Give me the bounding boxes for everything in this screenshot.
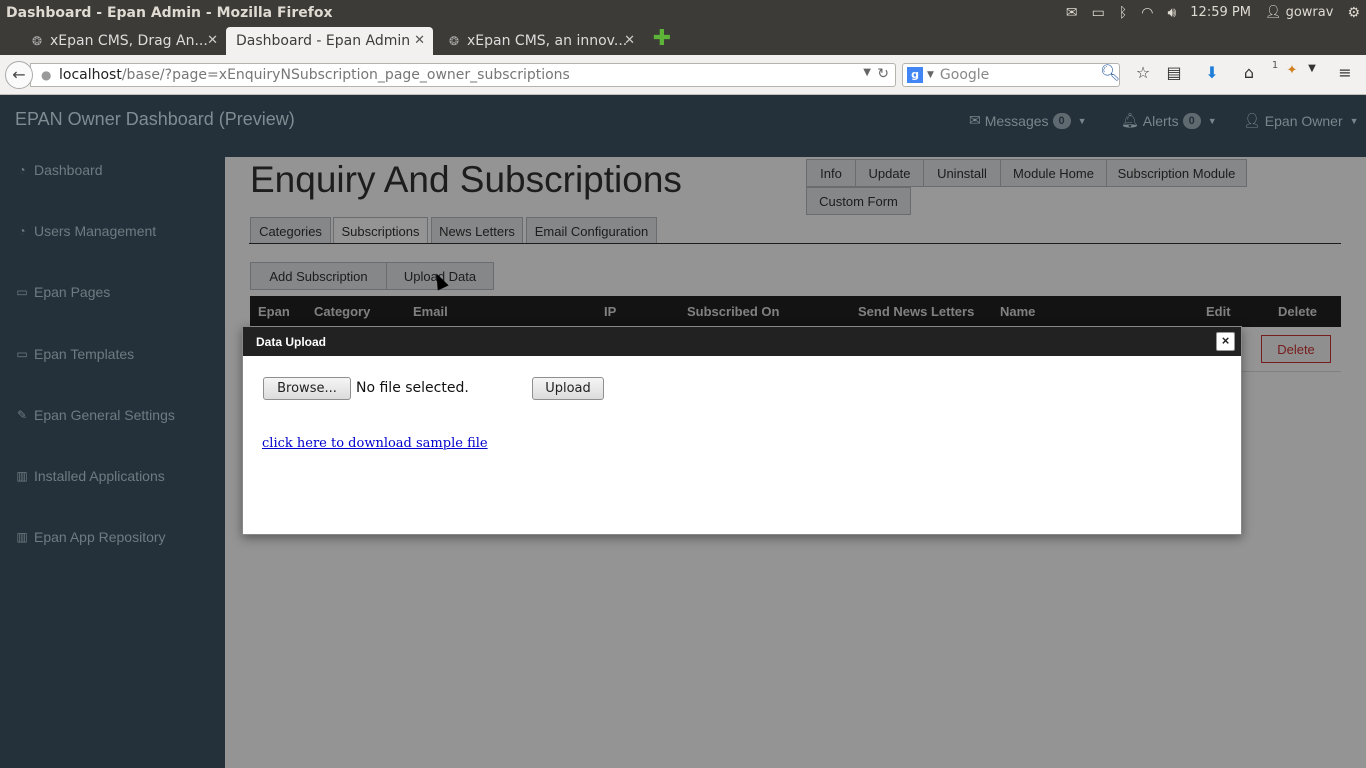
wrench-icon: ✎ xyxy=(16,408,28,422)
dialog-title-bar[interactable]: Data Upload × xyxy=(243,327,1241,356)
bar-chart-icon: ▥ xyxy=(16,469,28,483)
dialog-title: Data Upload xyxy=(256,335,327,349)
download-sample-link[interactable]: click here to download sample file xyxy=(262,436,488,451)
messages-menu[interactable]: ✉ Messages 0 ▼ xyxy=(969,112,1087,129)
addon-dropdown-icon[interactable]: ▼ xyxy=(1301,63,1323,74)
file-status-text: No file selected. xyxy=(356,380,469,396)
messages-label: Messages xyxy=(984,112,1049,129)
downloads-icon[interactable]: ⬇ xyxy=(1201,63,1223,82)
sidebar-item-users-management[interactable]: ◔ Users Management xyxy=(15,223,156,239)
url-host: localhost xyxy=(59,67,122,83)
user-icon: 👤︎ xyxy=(1243,112,1261,128)
settings-gear-icon[interactable]: ⚙ xyxy=(1347,5,1360,21)
user-menu-label: Epan Owner xyxy=(1264,112,1343,129)
sidebar-item-label: Epan App Repository xyxy=(34,529,166,545)
url-bar[interactable]: ● localhost/base/?page=xEnquiryNSubscrip… xyxy=(30,63,896,87)
user-menu-dropdown[interactable]: 👤︎ Epan Owner ▼ xyxy=(1243,112,1359,129)
bar-chart-icon: ▥ xyxy=(16,530,28,544)
search-placeholder: Google xyxy=(939,67,990,83)
dashboard-icon: ◔ xyxy=(18,163,26,177)
bell-icon: 🔔︎ xyxy=(1121,112,1139,128)
url-path: /base/?page=xEnquiryNSubscription_page_o… xyxy=(121,67,570,83)
gear-favicon-icon: ❂ xyxy=(31,34,43,48)
browser-tab-3[interactable]: ❂ xEpan CMS, an innov... ✕ xyxy=(437,27,643,55)
user-menu[interactable]: 👤︎ gowrav xyxy=(1265,5,1334,20)
history-dropdown-icon[interactable]: ▼ xyxy=(863,67,871,78)
globe-icon: ● xyxy=(41,68,52,82)
battery-icon[interactable]: ▭ xyxy=(1092,5,1105,21)
reading-list-icon[interactable]: ▤ xyxy=(1163,63,1185,82)
sidebar-item-label: Dashboard xyxy=(34,162,103,178)
close-icon[interactable]: × xyxy=(1216,332,1235,351)
close-tab-icon[interactable]: ✕ xyxy=(624,33,635,48)
home-icon[interactable]: ⌂ xyxy=(1238,63,1260,82)
sidebar-item-label: Installed Applications xyxy=(34,468,165,484)
sidebar-item-label: Users Management xyxy=(34,223,157,239)
window-title: Dashboard - Epan Admin - Mozilla Firefox xyxy=(6,4,333,21)
clock[interactable]: 12:59 PM xyxy=(1190,5,1251,20)
browser-tab-2[interactable]: Dashboard - Epan Admin ✕ xyxy=(226,27,433,55)
bookmark-star-icon[interactable]: ☆ xyxy=(1132,63,1154,82)
os-indicators: ✉ ▭ ᛒ ◠ 🔊︎ 12:59 PM 👤︎ gowrav ⚙ xyxy=(1066,0,1360,25)
new-tab-plus-icon[interactable]: ✚ xyxy=(652,28,672,50)
envelope-icon: ✉ xyxy=(969,112,981,128)
caret-down-icon: ▼ xyxy=(1207,115,1217,126)
sidebar-item-label: Epan Templates xyxy=(34,346,135,362)
data-upload-dialog: Data Upload × Browse... No file selected… xyxy=(242,326,1242,535)
user-name: gowrav xyxy=(1285,5,1334,20)
caret-down-icon: ▼ xyxy=(1077,115,1087,126)
os-top-panel: Dashboard - Epan Admin - Mozilla Firefox… xyxy=(0,0,1366,25)
alerts-label: Alerts xyxy=(1142,112,1179,129)
upload-button[interactable]: Upload xyxy=(532,377,604,400)
caret-down-icon: ▼ xyxy=(1349,115,1359,126)
browser-tab-1[interactable]: ❂ xEpan CMS, Drag An... ✕ xyxy=(20,27,226,55)
app-header: EPAN Owner Dashboard (Preview) ✉ Message… xyxy=(0,95,1366,157)
tab-label: xEpan CMS, Drag An... xyxy=(50,33,208,49)
sidebar-item-epan-pages[interactable]: ▭ Epan Pages xyxy=(15,284,110,300)
search-go-icon[interactable]: 🔍︎ xyxy=(1100,63,1120,82)
browser-nav-bar: ● localhost/base/?page=xEnquiryNSubscrip… xyxy=(0,55,1366,95)
sidebar: ◔ Dashboard ◔ Users Management ▭ Epan Pa… xyxy=(0,157,225,768)
alerts-count-badge: 0 xyxy=(1182,112,1201,129)
brand-title[interactable]: EPAN Owner Dashboard (Preview) xyxy=(15,109,295,130)
sidebar-item-epan-general-settings[interactable]: ✎ Epan General Settings xyxy=(15,407,175,423)
browser-tab-strip: ❂ xEpan CMS, Drag An... ✕ Dashboard - Ep… xyxy=(0,25,1366,55)
sidebar-item-epan-app-repository[interactable]: ▥ Epan App Repository xyxy=(15,529,166,545)
desktop-icon: ▭ xyxy=(16,285,28,299)
gear-favicon-icon: ❂ xyxy=(448,34,460,48)
wifi-icon[interactable]: ◠ xyxy=(1141,5,1153,21)
browse-file-button[interactable]: Browse... xyxy=(263,377,351,400)
close-tab-icon[interactable]: ✕ xyxy=(414,33,425,48)
google-icon: g xyxy=(907,67,923,83)
sidebar-item-installed-applications[interactable]: ▥ Installed Applications xyxy=(15,468,165,484)
sidebar-item-epan-templates[interactable]: ▭ Epan Templates xyxy=(15,346,134,362)
tab-label: xEpan CMS, an innov... xyxy=(467,33,628,49)
tab-label: Dashboard - Epan Admin xyxy=(236,33,411,49)
alerts-menu[interactable]: 🔔︎ Alerts 0 ▼ xyxy=(1121,112,1217,129)
sidebar-item-dashboard[interactable]: ◔ Dashboard xyxy=(15,162,103,178)
desktop-icon: ▭ xyxy=(16,347,28,361)
close-tab-icon[interactable]: ✕ xyxy=(207,33,218,48)
addon-icon[interactable]: ✦ xyxy=(1281,63,1303,78)
mail-icon[interactable]: ✉ xyxy=(1066,5,1078,21)
sidebar-item-label: Epan Pages xyxy=(34,284,111,300)
menu-hamburger-icon[interactable]: ≡ xyxy=(1334,63,1356,82)
reload-icon[interactable]: ↻ xyxy=(877,66,889,82)
sidebar-item-label: Epan General Settings xyxy=(34,407,175,423)
back-button[interactable]: ← xyxy=(5,61,33,89)
bluetooth-icon[interactable]: ᛒ xyxy=(1119,5,1127,21)
volume-icon[interactable]: 🔊︎ xyxy=(1167,5,1176,21)
messages-count-badge: 0 xyxy=(1052,112,1071,129)
search-box[interactable]: g ▼ Google xyxy=(902,63,1120,87)
dashboard-icon: ◔ xyxy=(18,224,26,238)
user-icon: 👤︎ xyxy=(1264,5,1282,20)
search-engine-dropdown-icon[interactable]: ▼ xyxy=(927,70,934,80)
